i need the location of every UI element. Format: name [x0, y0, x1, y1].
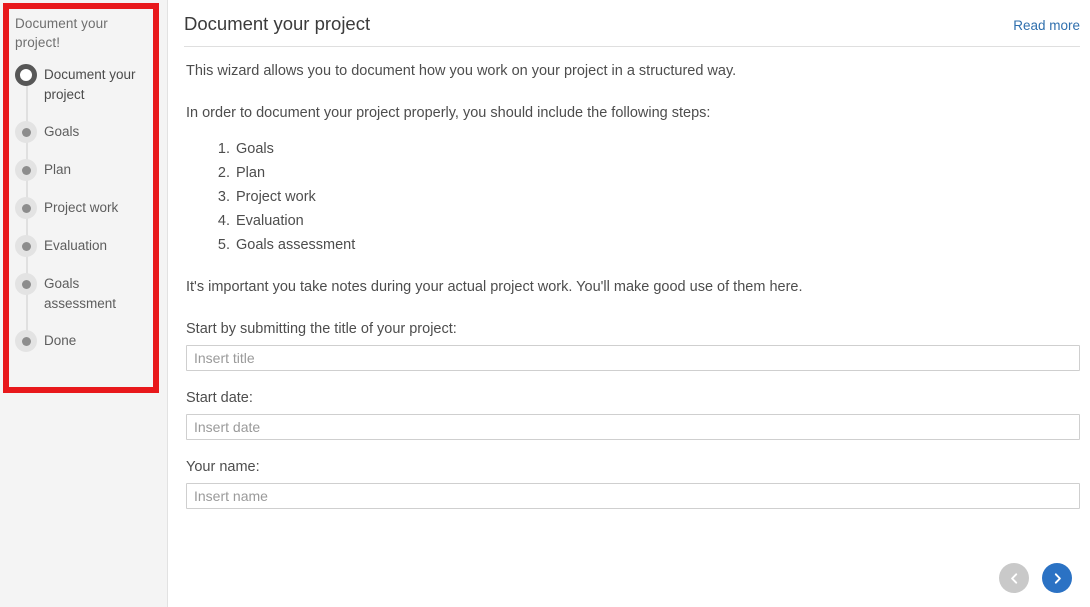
main-content: Document your project Read more This wiz… — [184, 0, 1080, 607]
documentation-steps-list: Goals Plan Project work Evaluation Goals… — [186, 137, 1080, 257]
start-date-label: Start date: — [186, 390, 253, 406]
step-marker-active-icon — [15, 64, 37, 86]
wizard-sidebar: Document your project! Document your pro… — [0, 0, 168, 607]
wizard-navigation — [999, 563, 1072, 593]
step-marker-icon — [15, 121, 37, 143]
sidebar-step-done[interactable]: Done — [15, 330, 149, 352]
list-item: Evaluation — [234, 209, 1080, 233]
list-item: Goals assessment — [234, 233, 1080, 257]
sidebar-step-label: Evaluation — [44, 238, 108, 253]
sidebar-step-label: Document your project — [44, 67, 136, 102]
list-item: Project work — [234, 185, 1080, 209]
sidebar-step-plan[interactable]: Plan — [15, 159, 149, 181]
wizard-step-list: Document your project Goals Plan Project… — [15, 64, 149, 352]
sidebar-step-label: Goals assessment — [44, 276, 117, 311]
chevron-right-icon — [1051, 572, 1064, 585]
sidebar-step-document-your-project[interactable]: Document your project — [15, 64, 149, 105]
project-title-label: Start by submitting the title of your pr… — [186, 321, 457, 337]
sidebar-step-label: Project work — [44, 200, 119, 215]
wizard-page: Document your project! Document your pro… — [0, 0, 1090, 607]
sidebar-content: Document your project! Document your pro… — [9, 9, 153, 362]
page-header: Document your project Read more — [184, 0, 1080, 47]
notes-paragraph: It's important you take notes during you… — [186, 279, 803, 295]
sidebar-step-label: Done — [44, 333, 77, 348]
your-name-label: Your name: — [186, 459, 260, 475]
previous-step-button[interactable] — [999, 563, 1029, 593]
wizard-main: Document your project Read more This wiz… — [168, 0, 1090, 607]
start-date-field-group: Start date: — [186, 388, 1080, 440]
step-marker-icon — [15, 197, 37, 219]
read-more-link[interactable]: Read more — [1013, 16, 1080, 36]
intro-paragraph: This wizard allows you to document how y… — [186, 63, 737, 79]
sidebar-step-label: Plan — [44, 162, 72, 177]
your-name-field-group: Your name: — [186, 457, 1080, 509]
sidebar-step-goals-assessment[interactable]: Goals assessment — [15, 273, 149, 314]
step-marker-icon — [15, 235, 37, 257]
list-item: Goals — [234, 137, 1080, 161]
sidebar-step-project-work[interactable]: Project work — [15, 197, 149, 219]
list-item: Plan — [234, 161, 1080, 185]
chevron-left-icon — [1008, 572, 1021, 585]
page-title: Document your project — [184, 13, 371, 34]
start-date-input[interactable] — [186, 414, 1080, 440]
wizard-body: This wizard allows you to document how y… — [184, 47, 1080, 509]
step-marker-icon — [15, 159, 37, 181]
step-marker-icon — [15, 273, 37, 295]
sidebar-step-evaluation[interactable]: Evaluation — [15, 235, 149, 257]
sidebar-step-goals[interactable]: Goals — [15, 121, 149, 143]
project-title-input[interactable] — [186, 345, 1080, 371]
steps-lead-paragraph: In order to document your project proper… — [186, 105, 711, 121]
project-title-field-group: Start by submitting the title of your pr… — [186, 319, 1080, 371]
step-marker-icon — [15, 330, 37, 352]
next-step-button[interactable] — [1042, 563, 1072, 593]
your-name-input[interactable] — [186, 483, 1080, 509]
sidebar-step-label: Goals — [44, 124, 80, 139]
sidebar-title: Document your project! — [15, 16, 108, 50]
